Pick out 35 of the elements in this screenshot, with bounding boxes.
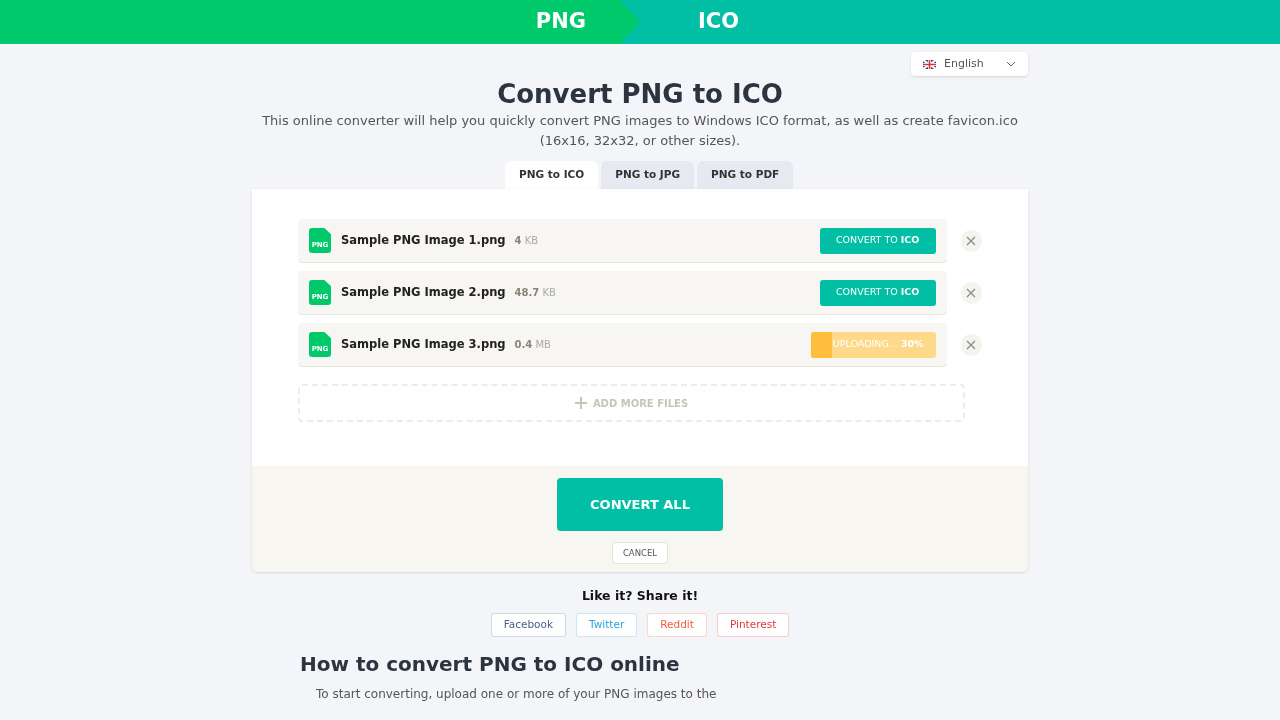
tab[interactable]: PNG to ICO [505,161,599,189]
file-name: Sample PNG Image 1.png [341,231,506,249]
convert-button[interactable]: CONVERT TO ICO [819,227,936,254]
upload-status: UPLOADING... 30% [832,337,924,352]
language-dropdown[interactable]: English [911,52,1028,76]
file-size: 48.7 KB [514,286,557,300]
cancel-button[interactable]: CANCEL [611,542,669,564]
close-button[interactable] [960,229,982,252]
plus-icon [574,397,587,409]
close-button[interactable] [960,281,982,304]
target-format: ICO [698,8,740,36]
file-size: 4 KB [514,234,540,248]
close-icon [966,287,977,298]
share-button[interactable]: Twitter [576,612,638,637]
convert-all-button[interactable]: CONVERT ALL [557,478,723,531]
close-button[interactable] [960,333,982,356]
source-format: PNG [535,8,586,36]
tab[interactable]: PNG to PDF [697,161,794,189]
section-heading: How to convert PNG to ICO online [300,650,681,678]
tab[interactable]: PNG to JPG [601,161,695,189]
flag-icon [923,59,936,69]
chevron-down-icon [1006,61,1016,67]
page-subtitle: This online converter will help you quickly convert PNG images to Windows ICO format, as well as create favicon.ico (16x16, 32x32, or other sizes). [261,112,1019,150]
file-name: Sample PNG Image 2.png [341,283,506,301]
page-title: Convert PNG to ICO [497,78,783,110]
file-name: Sample PNG Image 3.png [341,335,506,353]
convert-button[interactable]: CONVERT TO ICO [819,279,936,306]
share-button[interactable]: Reddit [647,612,707,637]
instruction-text: To start converting, upload one or more of your PNG images to the [316,686,718,702]
share-button[interactable]: Facebook [490,612,567,637]
file-size: 0.4 MB [514,338,552,352]
close-icon [966,339,977,350]
share-button[interactable]: Pinterest [716,612,790,637]
share-title: Like it? Share it! [581,587,699,605]
close-icon [966,235,977,246]
